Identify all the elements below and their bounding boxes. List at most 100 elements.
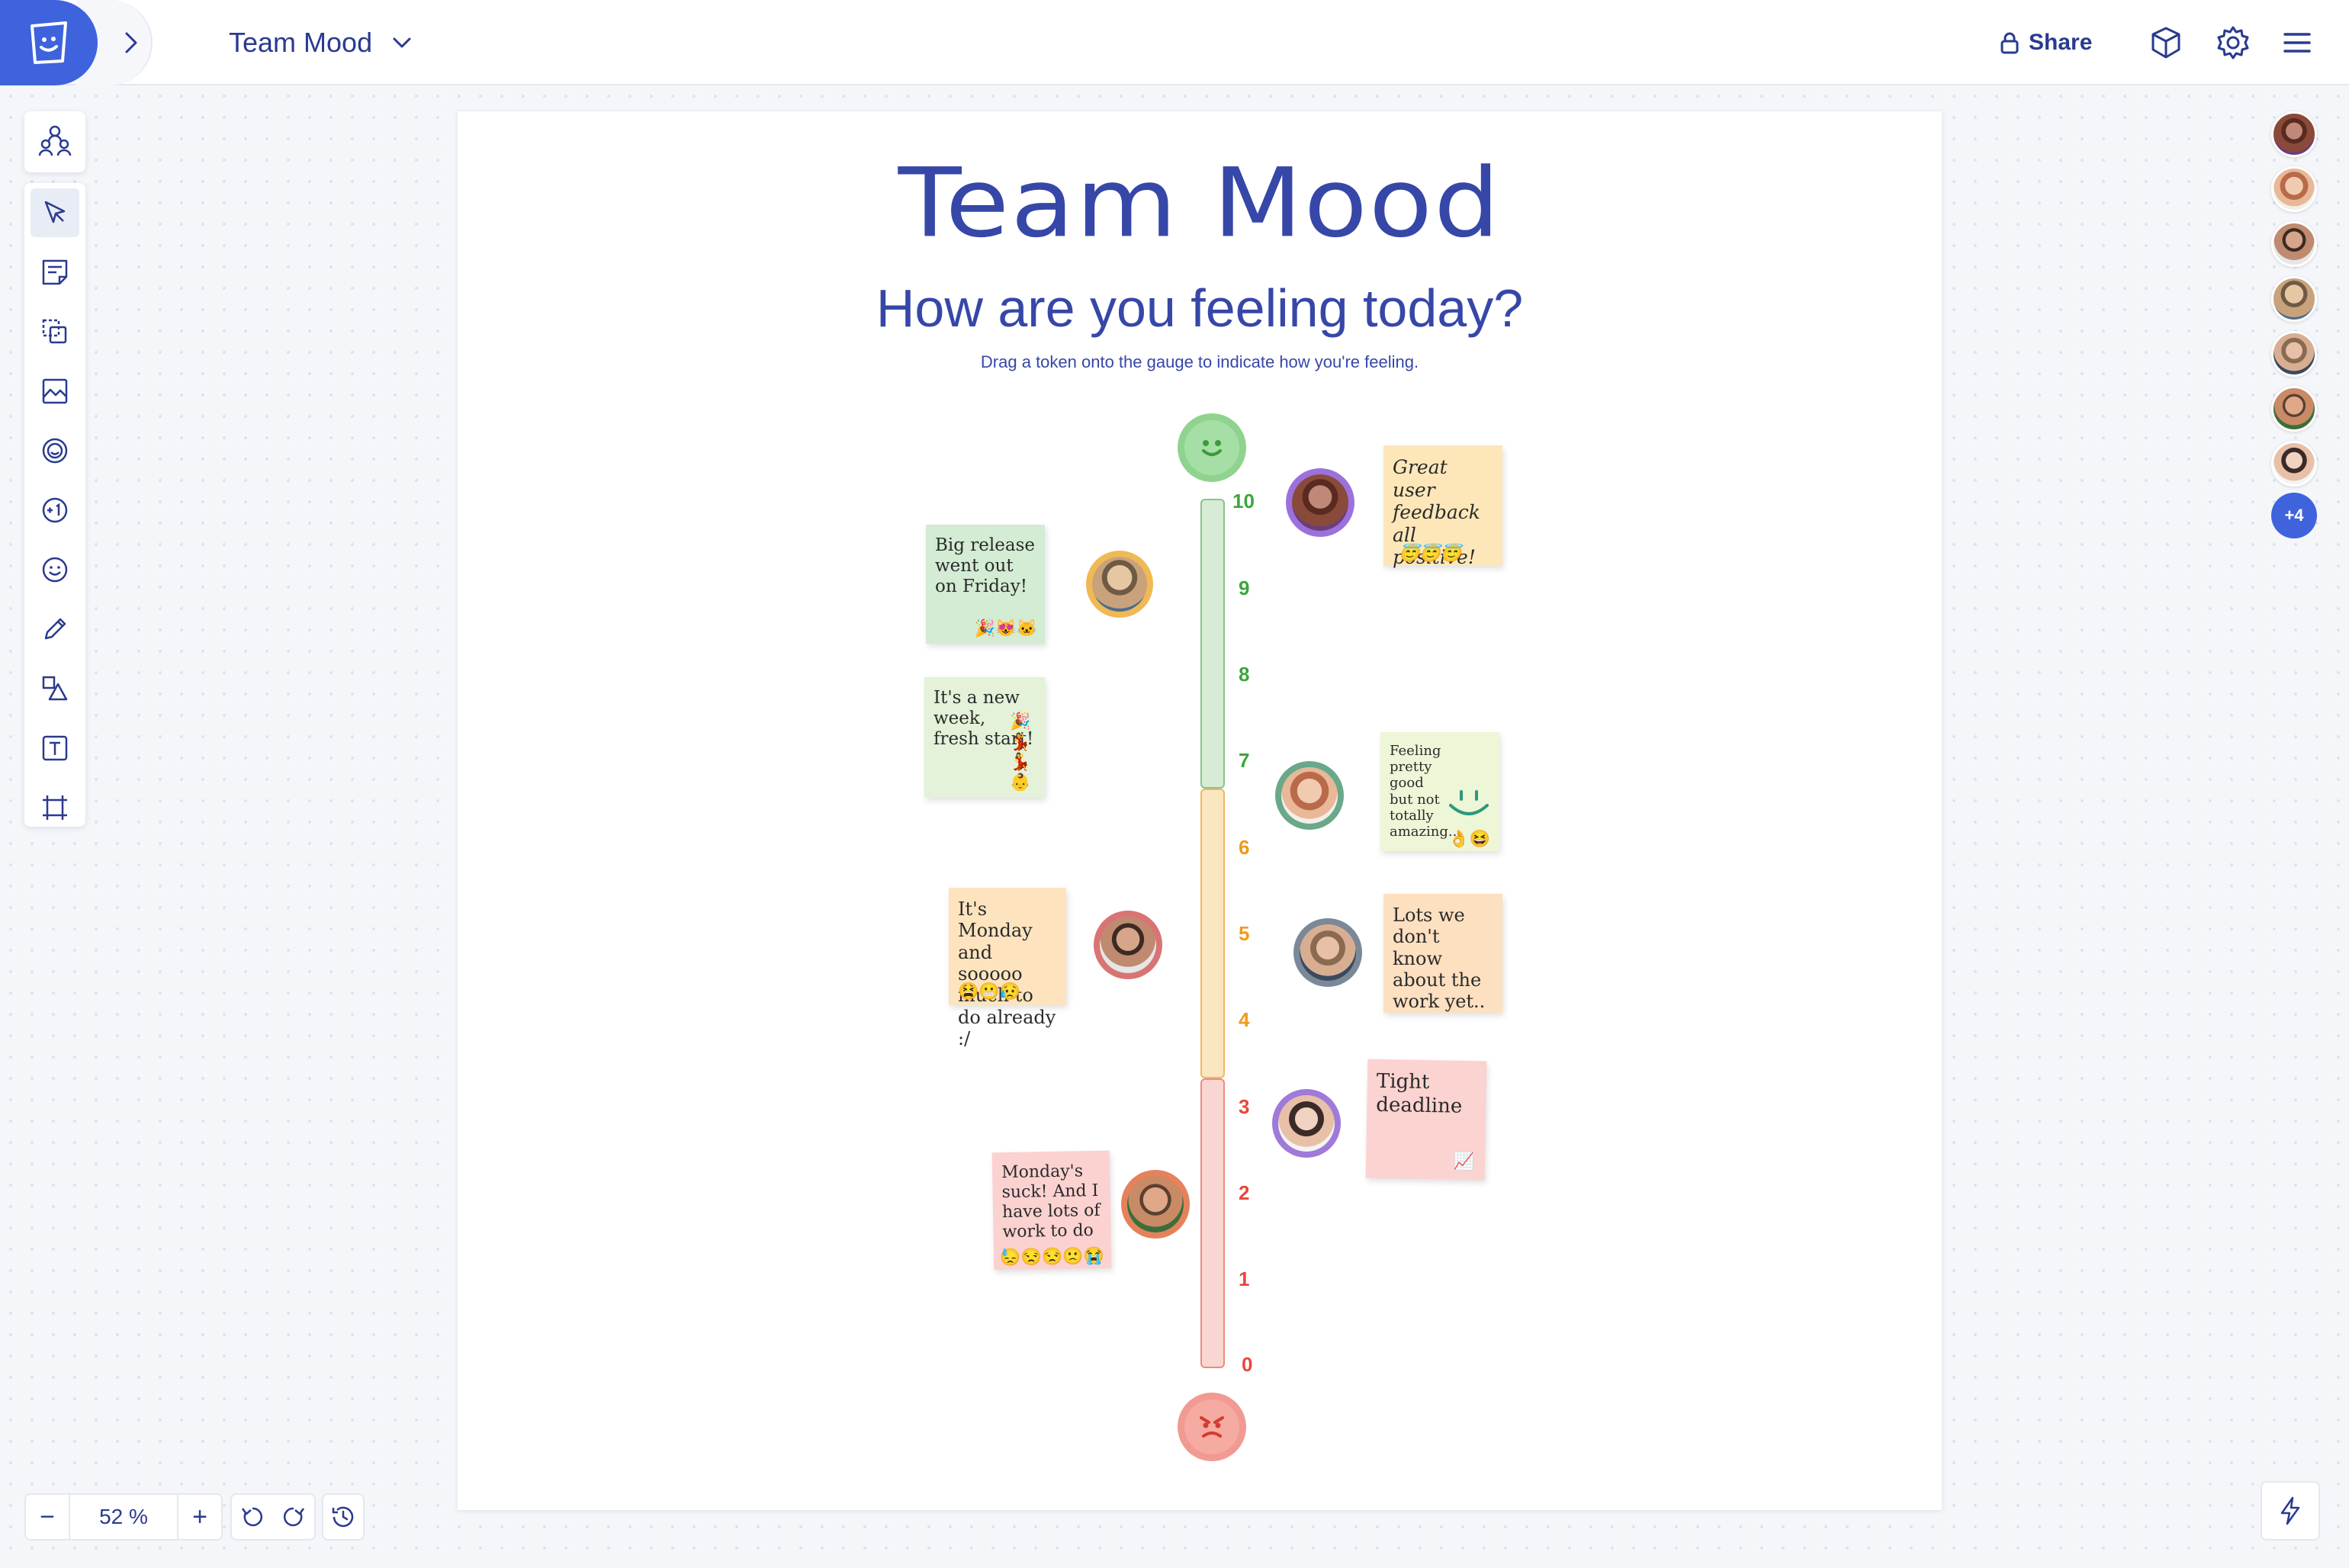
angry-face-icon: [1200, 1416, 1224, 1438]
pen-tool[interactable]: [24, 599, 85, 659]
zoom-in-button[interactable]: +: [178, 1495, 221, 1539]
avatar[interactable]: [1286, 468, 1354, 537]
undo-button[interactable]: [232, 1495, 273, 1539]
sticky-note-icon: [42, 259, 68, 285]
angry-face-token[interactable]: [1178, 1393, 1246, 1461]
gauge-bad-segment: [1200, 1078, 1225, 1368]
redo-button[interactable]: [273, 1495, 314, 1539]
zoom-out-button[interactable]: −: [26, 1495, 69, 1539]
redo-icon: [283, 1507, 305, 1527]
avatar-photo: [1300, 924, 1356, 981]
board-heading: Team Mood: [898, 148, 1502, 259]
quick-actions-button[interactable]: [2261, 1481, 2320, 1541]
board-frame[interactable]: Team Mood How are you feeling today? Dra…: [458, 111, 1942, 1510]
voting-tool[interactable]: [24, 480, 85, 540]
more-collaborators-badge[interactable]: +4: [2271, 493, 2317, 538]
image-icon: [42, 378, 68, 404]
chevron-down-icon: [393, 37, 411, 48]
emoji-tool[interactable]: [24, 540, 85, 599]
team-icon: [38, 125, 72, 156]
avatar[interactable]: [1086, 551, 1153, 618]
crop-frame-icon: [43, 795, 67, 820]
avatar[interactable]: [1272, 1089, 1341, 1158]
app-logo-button[interactable]: [0, 0, 98, 85]
gauge-tick: 2: [1239, 1181, 1250, 1204]
note-text: Big release went out on Friday!: [935, 535, 1035, 597]
frame-tool[interactable]: [24, 778, 85, 837]
gauge-tick: 6: [1239, 836, 1250, 859]
sticky-note[interactable]: Tight deadline 📈: [1365, 1059, 1487, 1181]
note-text: Tight deadline: [1376, 1069, 1463, 1118]
stickers-tool[interactable]: [24, 421, 85, 480]
undo-redo-group: [230, 1493, 316, 1541]
board-hint: Drag a token onto the gauge to indicate …: [980, 352, 1419, 371]
avatar-photo: [1100, 917, 1156, 973]
share-button[interactable]: Share: [2000, 23, 2092, 63]
app-logo-icon: [31, 21, 67, 64]
hamburger-menu-icon: [2283, 33, 2311, 53]
collaborator-avatar[interactable]: [2271, 166, 2317, 212]
avatar[interactable]: [1094, 911, 1162, 979]
collaborator-avatar[interactable]: [2271, 386, 2317, 432]
smiley-icon: [42, 557, 68, 583]
select-tool[interactable]: [24, 183, 85, 243]
note-text: Feeling pretty good but not totally amaz…: [1390, 743, 1457, 840]
image-tool[interactable]: [24, 361, 85, 421]
zoom-control: − 52 % +: [24, 1493, 223, 1541]
sticky-note[interactable]: It's a new week, fresh start! 🎉💃💃👶: [924, 677, 1045, 798]
settings-button[interactable]: [2213, 23, 2253, 63]
collaborators-toolpanel: [24, 111, 85, 172]
happy-face-token[interactable]: [1178, 413, 1246, 482]
sticky-note-tool[interactable]: [24, 243, 85, 302]
gauge-good-segment: [1200, 499, 1225, 789]
sticky-note[interactable]: Feeling pretty good but not totally amaz…: [1380, 732, 1499, 851]
history-button[interactable]: [322, 1493, 365, 1541]
shapes-icon: [42, 676, 68, 701]
avatar-photo: [1281, 767, 1338, 824]
team-tool[interactable]: [24, 111, 85, 171]
sticky-note[interactable]: Great user feedback all positive! 😇😇😇: [1383, 445, 1502, 568]
plus-one-icon: [42, 497, 68, 523]
board-title: Team Mood: [229, 27, 373, 58]
sticky-note[interactable]: Lots we don't know about the work yet..: [1383, 894, 1502, 1013]
text-tool[interactable]: [24, 718, 85, 778]
pencil-icon: [44, 618, 66, 640]
lightning-bolt-icon: [2280, 1496, 2300, 1525]
avatar[interactable]: [1293, 918, 1362, 987]
frames-tool[interactable]: [24, 302, 85, 361]
main-menu-button[interactable]: [2277, 23, 2317, 63]
sticky-note[interactable]: It's Monday and sooooo much to do alread…: [949, 888, 1066, 1049]
avatar-photo: [1092, 557, 1147, 612]
sticky-note[interactable]: Big release went out on Friday! 🎉😻🐱: [926, 525, 1045, 644]
note-text: Lots we don't know about the work yet..: [1393, 904, 1486, 1013]
collaborator-avatar[interactable]: [2271, 331, 2317, 377]
cube-icon: [2151, 27, 2180, 59]
board-title-dropdown[interactable]: Team Mood: [229, 23, 412, 63]
zoom-level[interactable]: 52 %: [69, 1495, 178, 1539]
note-emoji: 📈: [1453, 1152, 1475, 1172]
chevron-right-icon: [125, 32, 137, 53]
collaborator-avatar[interactable]: [2271, 221, 2317, 267]
gauge-tick: 1: [1239, 1268, 1250, 1290]
gauge-tick: 9: [1239, 577, 1250, 599]
note-text: It's Monday and sooooo much to do alread…: [958, 898, 1056, 1049]
collaborator-avatar[interactable]: [2271, 276, 2317, 322]
gauge-tick: 0: [1242, 1353, 1253, 1376]
happy-face-icon: [1202, 440, 1222, 456]
expand-sidebar-button[interactable]: [114, 26, 148, 59]
avatar[interactable]: [1121, 1170, 1190, 1239]
collaborator-avatar[interactable]: [2271, 441, 2317, 487]
note-emoji: 🎉💃💃👶: [1010, 712, 1031, 792]
note-text: Monday's suck! And I have lots of work t…: [1001, 1162, 1101, 1242]
shapes-tool[interactable]: [24, 659, 85, 718]
avatar[interactable]: [1275, 761, 1344, 830]
templates-button[interactable]: [2146, 23, 2186, 63]
layers-dashed-icon: [42, 319, 67, 344]
sticky-note[interactable]: Monday's suck! And I have lots of work t…: [991, 1150, 1112, 1271]
cursor-arrow-icon: [44, 201, 66, 223]
avatar-photo: [1278, 1095, 1335, 1152]
collaborator-avatar[interactable]: [2271, 111, 2317, 157]
gear-icon: [2217, 26, 2249, 59]
share-label: Share: [2029, 30, 2093, 55]
note-emoji: 😓😒😒🙁😭: [999, 1246, 1105, 1268]
